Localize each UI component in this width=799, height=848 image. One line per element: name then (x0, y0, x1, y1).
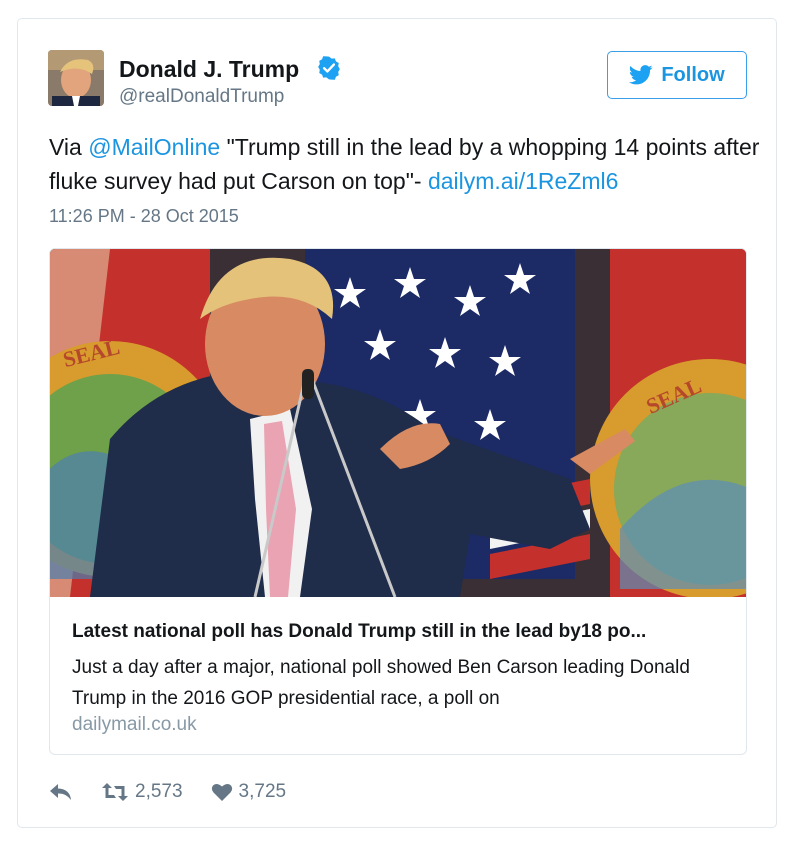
article-title[interactable]: Latest national poll has Donald Trump st… (72, 620, 732, 644)
tweet-timestamp[interactable]: 11:26 PM - 28 Oct 2015 (49, 204, 239, 228)
retweet-icon (102, 783, 128, 801)
article-photo[interactable]: SEAL SEAL (50, 249, 747, 597)
article-description: Just a day after a major, national poll … (72, 657, 690, 709)
reply-button[interactable] (49, 782, 73, 802)
like-count: 3,725 (238, 781, 287, 802)
tweet-card: Donald J. Trump @realDonaldTrump Follow … (17, 18, 777, 828)
heart-icon (211, 783, 232, 801)
author-handle[interactable]: @realDonaldTrump (119, 86, 284, 108)
reply-icon (50, 784, 71, 800)
tweet-url-link[interactable]: dailym.ai/1ReZml6 (428, 168, 618, 194)
avatar-image (48, 50, 104, 106)
tweet-actions: 2,573 3,725 (49, 779, 314, 805)
like-button[interactable]: 3,725 (211, 781, 287, 803)
retweet-count: 2,573 (135, 781, 183, 802)
tweet-text-prefix: Via (49, 134, 89, 160)
retweet-button[interactable]: 2,573 (101, 781, 183, 803)
follow-button-label: Follow (661, 63, 725, 86)
link-preview-card[interactable]: SEAL SEAL Latest national poll has Donal… (49, 248, 747, 755)
author-name[interactable]: Donald J. Trump (119, 56, 299, 82)
verified-badge-icon (318, 56, 340, 80)
follow-button[interactable]: Follow (607, 51, 747, 99)
mention-link[interactable]: @MailOnline (88, 134, 220, 160)
article-domain: dailymail.co.uk (72, 714, 197, 735)
avatar[interactable] (48, 50, 104, 106)
tweet-text: Via @MailOnline "Trump still in the lead… (49, 130, 764, 198)
twitter-bird-icon (629, 65, 653, 85)
